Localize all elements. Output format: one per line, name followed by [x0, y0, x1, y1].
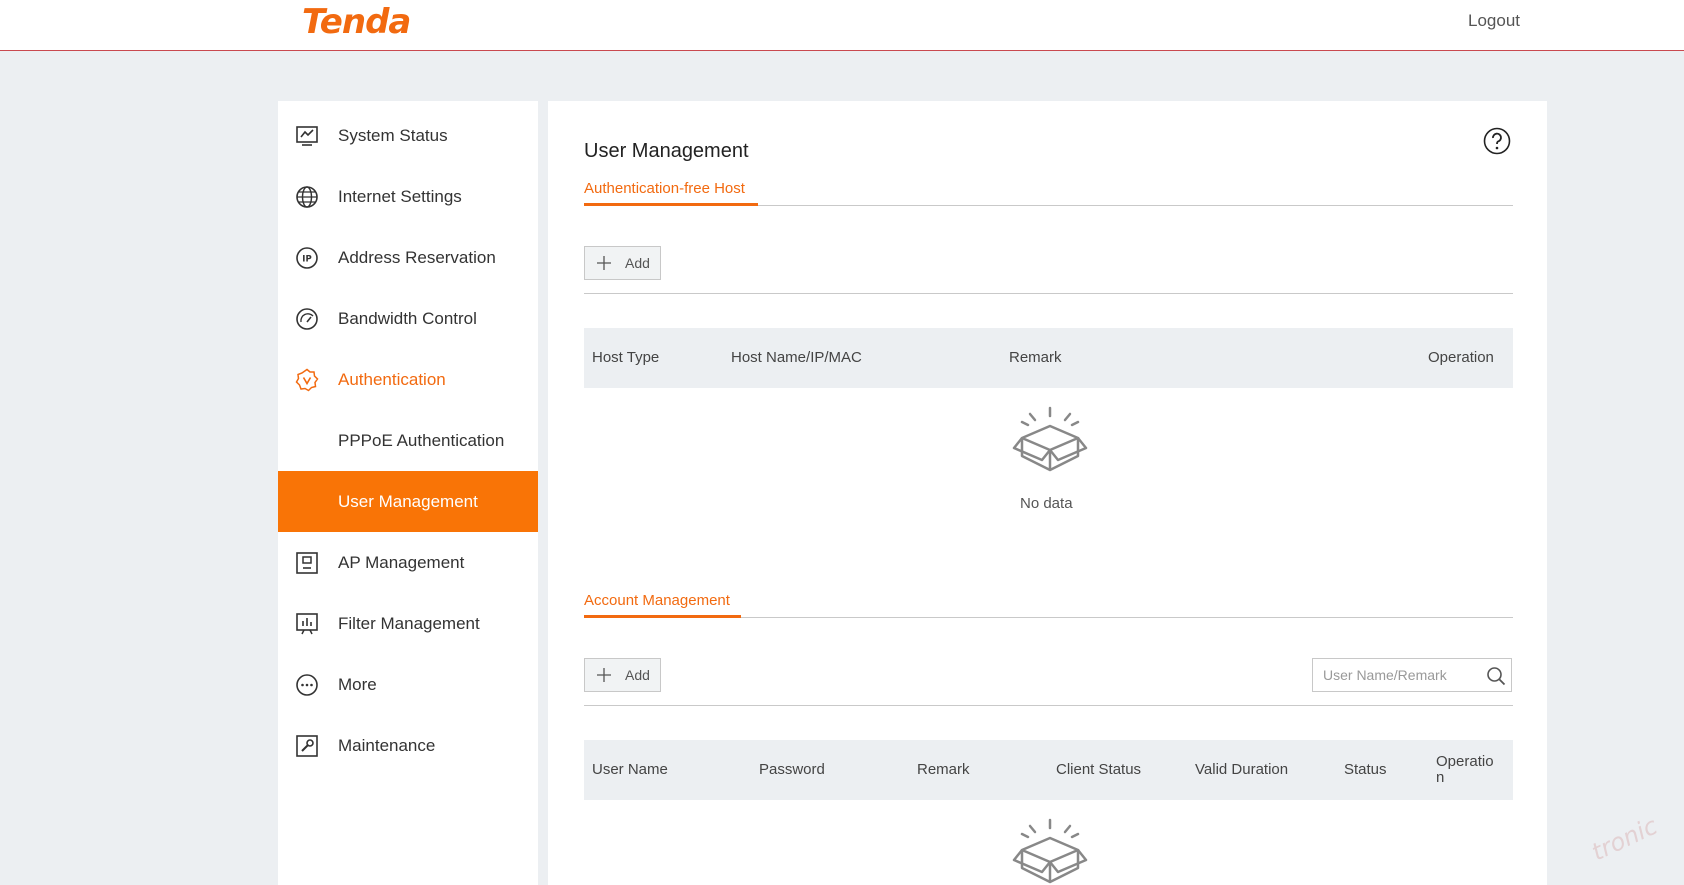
tenda-logo[interactable]: Tenda	[302, 2, 411, 42]
sidebar-item-internet-settings[interactable]: Internet Settings	[278, 166, 538, 227]
wrench-icon	[296, 735, 318, 757]
empty-state-text: No data	[1020, 495, 1073, 512]
sidebar-item-label: More	[338, 675, 377, 694]
svg-text:IP: IP	[302, 255, 311, 265]
column-header: Remark	[917, 761, 970, 778]
ip-icon: IP	[296, 247, 318, 269]
column-header: Operatio n	[1436, 753, 1494, 786]
sidebar-item-label: Maintenance	[338, 736, 436, 755]
gauge-icon	[296, 308, 318, 330]
column-header: Operation	[1428, 349, 1494, 366]
logout-link[interactable]: Logout	[1468, 11, 1520, 31]
account-table-header: User Name Password Remark Client Status …	[584, 740, 1513, 800]
tab-authentication-free-host[interactable]: Authentication-free Host	[584, 180, 745, 197]
sidebar-item-address-reservation[interactable]: IP Address Reservation	[278, 227, 538, 288]
question-circle-icon[interactable]	[1483, 127, 1511, 155]
watermark: tronic	[1587, 811, 1662, 867]
sidebar-item-label: Address Reservation	[338, 248, 496, 267]
plus-icon	[597, 668, 611, 682]
sidebar-item-label: User Management	[338, 492, 478, 511]
filter-board-icon	[296, 613, 318, 635]
divider	[584, 293, 1513, 294]
sidebar-item-label: Bandwidth Control	[338, 309, 477, 328]
tab-active-indicator	[584, 203, 758, 206]
column-header: Remark	[1009, 349, 1062, 366]
sidebar-item-filter-management[interactable]: Filter Management	[278, 593, 538, 654]
sidebar-item-user-management[interactable]: User Management	[278, 471, 538, 532]
account-search	[1312, 658, 1512, 692]
monitor-chart-icon	[296, 126, 318, 146]
divider	[584, 705, 1513, 706]
host-table-header: Host Type Host Name/IP/MAC Remark Operat…	[584, 328, 1513, 388]
empty-box-icon	[1012, 406, 1088, 472]
column-header: Status	[1344, 761, 1387, 778]
search-icon[interactable]	[1486, 666, 1506, 686]
top-bar: Tenda Logout	[0, 0, 1684, 51]
column-header: Host Name/IP/MAC	[731, 349, 862, 366]
sidebar-item-authentication[interactable]: Authentication	[278, 349, 538, 410]
sidebar-item-pppoe-authentication[interactable]: PPPoE Authentication	[278, 410, 538, 471]
column-header: User Name	[592, 761, 668, 778]
sidebar-item-label: AP Management	[338, 553, 465, 572]
access-point-icon	[296, 552, 318, 574]
sidebar-item-maintenance[interactable]: Maintenance	[278, 715, 538, 776]
globe-icon	[296, 186, 318, 208]
add-label: Add	[625, 255, 650, 271]
page-title: User Management	[584, 140, 749, 162]
sidebar-item-label: Authentication	[338, 370, 446, 389]
column-header: Valid Duration	[1195, 761, 1289, 778]
empty-box-icon	[1012, 818, 1088, 884]
sidebar-item-label: Filter Management	[338, 614, 480, 633]
main-panel: User Management Authentication-free Host…	[548, 101, 1547, 885]
column-header: Client Status	[1056, 761, 1142, 778]
tab-account-management[interactable]: Account Management	[584, 592, 730, 609]
tab-active-indicator	[584, 615, 741, 618]
add-account-button[interactable]: Add	[584, 658, 661, 692]
sidebar-item-label: System Status	[338, 126, 448, 145]
plus-icon	[597, 256, 611, 270]
sidebar-item-label: PPPoE Authentication	[338, 431, 505, 450]
badge-check-icon	[295, 368, 319, 392]
sidebar-item-label: Internet Settings	[338, 187, 462, 206]
sidebar-item-system-status[interactable]: System Status	[278, 105, 538, 166]
sidebar-item-ap-management[interactable]: AP Management	[278, 532, 538, 593]
column-header: Host Type	[592, 349, 660, 366]
more-dots-icon	[296, 674, 318, 696]
sidebar-item-more[interactable]: More	[278, 654, 538, 715]
add-label: Add	[625, 667, 650, 683]
sidebar-item-bandwidth-control[interactable]: Bandwidth Control	[278, 288, 538, 349]
add-host-button[interactable]: Add	[584, 246, 661, 280]
search-input[interactable]	[1323, 665, 1483, 685]
column-header: Password	[759, 761, 825, 778]
sidebar: System Status Internet Settings IP Addre…	[278, 101, 538, 885]
